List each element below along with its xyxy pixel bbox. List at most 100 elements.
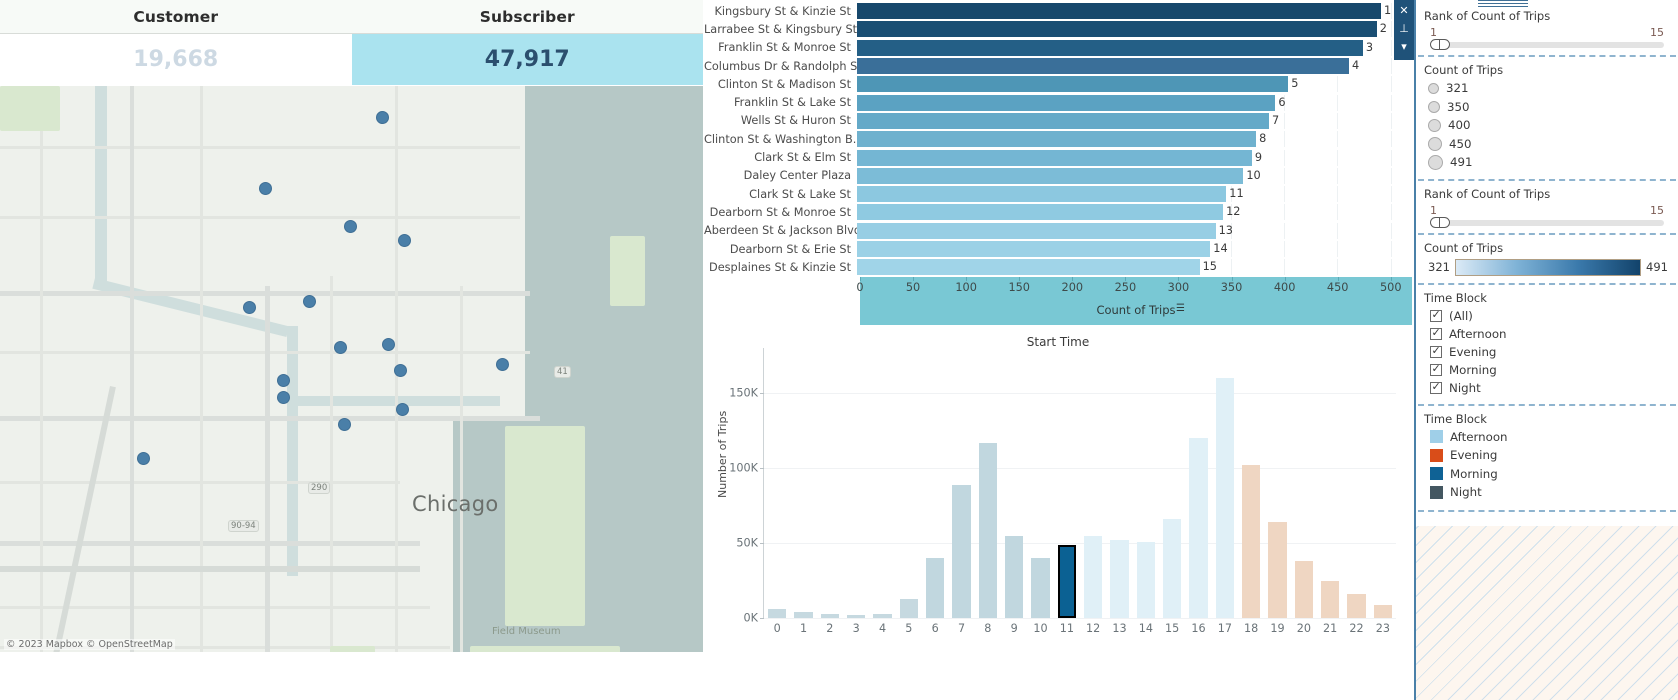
histogram-x-tick-label[interactable]: 19 xyxy=(1270,622,1284,635)
size-legend-item[interactable]: 491 xyxy=(1428,153,1672,172)
histogram-bar[interactable] xyxy=(1268,522,1287,618)
bar-fill[interactable] xyxy=(857,204,1224,221)
checkbox-checked-icon[interactable] xyxy=(1430,308,1442,322)
histogram-bar[interactable] xyxy=(1189,438,1208,618)
station-marker[interactable] xyxy=(398,234,411,247)
slider-handle-right[interactable] xyxy=(1439,39,1450,50)
bar-fill[interactable] xyxy=(857,131,1257,148)
histogram-bar[interactable] xyxy=(846,615,866,618)
histogram-x-tick-label[interactable]: 23 xyxy=(1376,622,1390,635)
bar-chart-row[interactable]: Kingsbury St & Kinzie St 1 xyxy=(704,2,1412,20)
histogram-bar[interactable] xyxy=(925,558,945,618)
bar-chart-row[interactable]: Clark St & Lake St 11 xyxy=(704,185,1412,203)
histogram-bar[interactable] xyxy=(1057,544,1077,618)
histogram-bar[interactable] xyxy=(1294,561,1314,618)
bar-row-label[interactable]: Aberdeen St & Jackson Blvd xyxy=(704,224,857,237)
histogram-bar[interactable] xyxy=(1031,558,1050,618)
histogram-x-tick-label[interactable]: 18 xyxy=(1244,622,1258,635)
histogram-bar[interactable] xyxy=(873,614,892,618)
histogram-x-tick-label[interactable]: 14 xyxy=(1139,622,1153,635)
bar-row-label[interactable]: Kingsbury St & Kinzie St xyxy=(704,5,857,18)
checkbox-checked-icon[interactable] xyxy=(1430,362,1442,376)
chicago-map[interactable]: Chicago Field Museum 41 290 90-94 © 2023… xyxy=(0,86,703,652)
bar-fill[interactable] xyxy=(857,222,1216,239)
bar-chart-row[interactable]: Aberdeen St & Jackson Blvd 13 xyxy=(704,222,1412,240)
histogram-bar[interactable] xyxy=(1320,580,1340,618)
bar-chart-row[interactable]: Clark St & Elm St 9 xyxy=(704,148,1412,166)
bar-row-label[interactable]: Franklin St & Lake St xyxy=(704,96,857,109)
histogram-x-tick-label[interactable]: 4 xyxy=(879,622,886,635)
histogram-plot-area[interactable]: 0K 50K 100K 150K 0 1 2 3 4 5 6 7 8 9 10 11 12 13 14 15 16 17 1… xyxy=(729,348,1396,635)
time-block-legend-item[interactable]: Evening xyxy=(1430,446,1672,465)
histogram-x-tick-label[interactable]: 15 xyxy=(1165,622,1179,635)
bar-row-label[interactable]: Clinton St & Madison St xyxy=(704,78,857,91)
bar-row-label[interactable]: Desplaines St & Kinzie St xyxy=(704,261,857,274)
time-block-checkbox-row[interactable]: Afternoon xyxy=(1430,325,1672,343)
bar-fill[interactable] xyxy=(857,76,1289,93)
histogram-bar[interactable] xyxy=(1373,604,1393,618)
station-marker[interactable] xyxy=(394,364,407,377)
bar-fill[interactable] xyxy=(857,39,1363,56)
station-marker[interactable] xyxy=(277,391,290,404)
histogram-x-tick-label[interactable]: 9 xyxy=(1011,622,1018,635)
size-legend-item[interactable]: 400 xyxy=(1428,116,1672,135)
histogram-bar[interactable] xyxy=(794,612,813,618)
histogram-x-tick-label[interactable]: 21 xyxy=(1323,622,1337,635)
bar-fill[interactable] xyxy=(857,167,1244,184)
size-legend-item[interactable]: 321 xyxy=(1428,79,1672,98)
histogram-x-tick-label[interactable]: 12 xyxy=(1086,622,1100,635)
histogram-bar[interactable] xyxy=(820,614,840,618)
chevron-down-icon[interactable]: ▾ xyxy=(1396,38,1412,54)
time-block-checkbox-row[interactable]: Morning xyxy=(1430,361,1672,379)
station-marker[interactable] xyxy=(382,338,395,351)
histogram-bar[interactable] xyxy=(1241,465,1261,618)
histogram-x-tick-label[interactable]: 0 xyxy=(774,622,781,635)
histogram-bar[interactable] xyxy=(1110,540,1129,618)
size-legend-item[interactable]: 350 xyxy=(1428,98,1672,117)
bar-chart-row[interactable]: Larrabee St & Kingsbury St 2 xyxy=(704,20,1412,38)
histogram-bar[interactable] xyxy=(1215,378,1235,618)
bar-row-label[interactable]: Wells St & Huron St xyxy=(704,114,857,127)
histogram-bar[interactable] xyxy=(952,484,971,618)
bar-fill[interactable] xyxy=(857,94,1276,111)
bar-fill[interactable] xyxy=(857,186,1227,203)
pin-icon[interactable]: ⊥ xyxy=(1396,20,1412,36)
color-legend-ramp-row[interactable]: 321 491 xyxy=(1422,257,1672,276)
bar-row-label[interactable]: Franklin St & Monroe St xyxy=(704,41,857,54)
histogram-x-tick-label[interactable]: 3 xyxy=(853,622,860,635)
bar-chart-x-axis[interactable]: 0 50 100 150 200 250 300 350 400 450 500 Count of … xyxy=(856,277,1412,325)
rank-filter-bottom-slider[interactable]: 1 15 xyxy=(1422,203,1672,228)
bar-chart-row[interactable]: Wells St & Huron St 7 xyxy=(704,112,1412,130)
histogram-bar[interactable] xyxy=(1004,535,1024,618)
bar-row-label[interactable]: Daley Center Plaza xyxy=(704,169,857,182)
bar-row-label[interactable]: Clinton St & Washington B.. xyxy=(704,133,857,146)
time-block-checkbox-row[interactable]: Evening xyxy=(1430,343,1672,361)
bar-row-label[interactable]: Dearborn St & Erie St xyxy=(704,243,857,256)
bar-row-label[interactable]: Larrabee St & Kingsbury St xyxy=(704,23,857,36)
histogram-x-tick-label[interactable]: 13 xyxy=(1112,622,1126,635)
histogram-x-tick-label[interactable]: 17 xyxy=(1218,622,1232,635)
time-block-checkbox-row[interactable]: (All) xyxy=(1430,307,1672,325)
time-block-legend-item[interactable]: Night xyxy=(1430,483,1672,502)
histogram-bar[interactable] xyxy=(1162,519,1182,618)
slider-handle-right[interactable] xyxy=(1439,216,1450,228)
checkbox-checked-icon[interactable] xyxy=(1430,326,1442,340)
bar-chart-row[interactable]: Franklin St & Monroe St 3 xyxy=(704,39,1412,57)
checkbox-checked-icon[interactable] xyxy=(1430,380,1442,394)
bar-chart-row[interactable]: Franklin St & Lake St 6 xyxy=(704,93,1412,111)
kpi-value-subscriber[interactable]: 47,917 xyxy=(351,34,703,85)
checkbox-checked-icon[interactable] xyxy=(1430,344,1442,358)
kpi-header-customer[interactable]: Customer xyxy=(0,0,352,33)
bar-chart-row[interactable]: Columbus Dr & Randolph St 4 xyxy=(704,57,1412,75)
histogram-bar[interactable] xyxy=(899,598,919,618)
histogram-x-tick-label[interactable]: 8 xyxy=(984,622,991,635)
bar-chart-row[interactable]: Dearborn St & Erie St 14 xyxy=(704,240,1412,258)
station-marker[interactable] xyxy=(243,301,256,314)
histogram-bar[interactable] xyxy=(1347,594,1366,618)
station-marker[interactable] xyxy=(277,374,290,387)
close-icon[interactable]: ✕ xyxy=(1396,2,1412,18)
kpi-header-subscriber[interactable]: Subscriber xyxy=(352,0,704,33)
bar-row-label[interactable]: Dearborn St & Monroe St xyxy=(704,206,857,219)
rank-filter-top-slider[interactable]: 1 15 xyxy=(1422,25,1672,50)
bar-fill[interactable] xyxy=(857,21,1377,38)
